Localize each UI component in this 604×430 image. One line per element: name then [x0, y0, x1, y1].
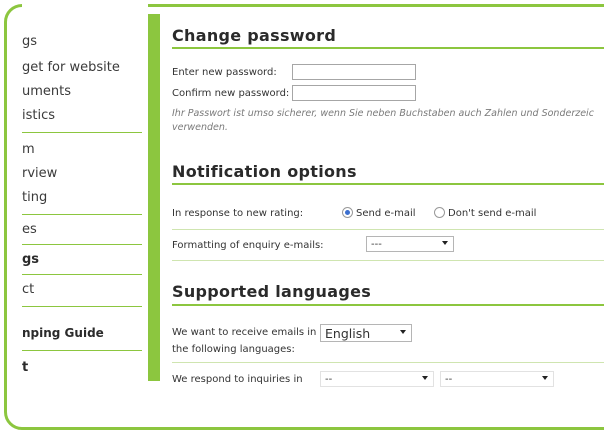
sidebar-item-logout[interactable]: t: [22, 360, 28, 375]
chevron-down-icon: [400, 330, 406, 334]
send-email-radio[interactable]: [342, 207, 353, 218]
send-email-label: Send e-mail: [356, 208, 416, 219]
receive-language-select[interactable]: English: [320, 324, 412, 342]
sidebar-divider: [22, 274, 142, 275]
sidebar-item-widget-for-website[interactable]: get for website: [22, 60, 120, 75]
sidebar-item-documents[interactable]: uments: [22, 84, 71, 99]
respond-language-select-2[interactable]: --: [440, 371, 554, 387]
new-password-label: Enter new password:: [172, 67, 277, 78]
section-rule: [172, 304, 604, 306]
section-title-notification-options: Notification options: [172, 162, 357, 181]
receive-languages-label-line2: the following languages:: [172, 344, 295, 355]
sidebar-item-statistics[interactable]: istics: [22, 108, 55, 123]
receive-languages-label-line1: We want to receive emails in: [172, 327, 317, 338]
sidebar-divider: [22, 350, 142, 351]
email-format-label: Formatting of enquiry e-mails:: [172, 240, 324, 251]
sidebar-item-camping-guide[interactable]: nping Guide: [22, 326, 104, 340]
sidebar-item-sites[interactable]: es: [22, 222, 37, 237]
respond-language-select-1[interactable]: --: [320, 371, 434, 387]
sidebar-divider: [22, 244, 142, 245]
confirm-password-label: Confirm new password:: [172, 88, 290, 99]
receive-language-value: English: [325, 326, 371, 341]
section-title-supported-languages: Supported languages: [172, 282, 372, 301]
row-divider: [172, 260, 604, 261]
section-rule: [172, 47, 604, 49]
sidebar-item-form[interactable]: m: [22, 142, 35, 157]
email-format-select[interactable]: ---: [366, 236, 454, 252]
dont-send-email-label: Don't send e-mail: [448, 208, 537, 219]
sidebar: gs get for website uments istics m rview…: [22, 0, 148, 381]
new-password-input[interactable]: [292, 64, 416, 80]
respond-languages-label: We respond to inquiries in: [172, 374, 303, 385]
row-divider: [172, 362, 604, 363]
rating-response-label: In response to new rating:: [172, 208, 304, 219]
settings-panel: Change password Enter new password: Conf…: [172, 0, 604, 387]
chevron-down-icon: [542, 376, 548, 380]
sidebar-accent-bar: [148, 14, 160, 381]
sidebar-divider: [22, 306, 142, 307]
email-format-value: ---: [371, 239, 382, 250]
section-rule: [172, 183, 604, 185]
sidebar-item-overview[interactable]: rview: [22, 166, 57, 181]
section-title-change-password: Change password: [172, 26, 337, 45]
respond-language-value-2: --: [445, 374, 453, 385]
sidebar-item-rating[interactable]: ting: [22, 190, 47, 205]
sidebar-item-settings[interactable]: gs: [22, 34, 37, 49]
sidebar-divider: [22, 214, 142, 215]
sidebar-item-settings-active[interactable]: gs: [22, 252, 39, 267]
sidebar-divider: [22, 132, 142, 133]
chevron-down-icon: [422, 376, 428, 380]
chevron-down-icon: [442, 241, 448, 245]
sidebar-item-contact[interactable]: ct: [22, 282, 34, 297]
confirm-password-input[interactable]: [292, 85, 416, 101]
row-divider: [172, 229, 604, 230]
respond-language-value-1: --: [325, 374, 333, 385]
password-hint: Ihr Passwort ist umso sicherer, wenn Sie…: [172, 108, 594, 133]
dont-send-email-radio[interactable]: [434, 207, 445, 218]
